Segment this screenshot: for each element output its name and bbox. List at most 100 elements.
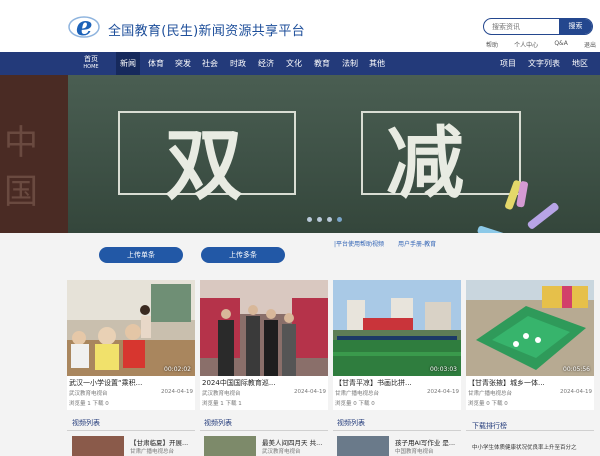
mini-video-title[interactable]: 孩子用AI写作业 是... [395, 437, 455, 447]
nav-education[interactable]: 教育 [311, 52, 333, 75]
video-stats: 浏览量 0 下载 0 [468, 399, 508, 407]
upload-multi-button[interactable]: 上传多条 [201, 247, 285, 263]
nav-home-label: 首页 [84, 55, 98, 63]
nav-text-list[interactable]: 文字列表 [527, 52, 561, 75]
banner-carousel[interactable]: 中国 双 减 [0, 75, 600, 233]
video-card[interactable]: 00:02:02 武汉一小学设置“乘积... 武汉教育电视台 2024-04-1… [67, 280, 195, 410]
banner-char-left: 双 [165, 121, 246, 211]
video-duration: 00:02:02 [164, 366, 191, 373]
section-divider [466, 430, 594, 431]
upload-row: 上传单条 上传多条 |平台使用帮助视频 用户手册-教育 [0, 233, 600, 277]
carousel-dot[interactable] [327, 217, 332, 222]
chalk-blue [476, 225, 506, 233]
nav-other[interactable]: 其他 [366, 52, 388, 75]
help-video-link[interactable]: |平台使用帮助视频 [334, 239, 384, 248]
nav-culture[interactable]: 文化 [283, 52, 305, 75]
video-stats: 浏览量 1 下载 0 [69, 399, 109, 407]
video-views: 浏览量 1 [69, 401, 91, 407]
user-manual-link[interactable]: 用户手册-教育 [398, 239, 436, 248]
section-divider [67, 430, 195, 431]
video-duration: 00:05:56 [563, 366, 590, 373]
mini-video-title[interactable]: 最美人间四月天 共... [262, 437, 322, 447]
qa-link[interactable]: Q&A [554, 40, 568, 49]
search-input[interactable] [484, 19, 560, 34]
nav-economy[interactable]: 经济 [255, 52, 277, 75]
carousel-dot-active[interactable] [337, 217, 342, 222]
banner-char-right: 减 [386, 119, 467, 209]
video-meta: 武汉教育电视台 2024-04-19 [202, 389, 326, 397]
video-downloads: 下载 0 [92, 401, 109, 407]
svg-text:e: e [76, 12, 93, 42]
video-meta: 武汉教育电视台 2024-04-19 [69, 389, 193, 397]
video-card[interactable]: 2024中国国际教育巡... 武汉教育电视台 2024-04-19 浏览量 1 … [200, 280, 328, 410]
mini-thumbnail[interactable] [204, 436, 256, 456]
video-date: 2024-04-19 [161, 389, 193, 395]
mini-video-title[interactable]: 【甘肃临夏】开展... [130, 437, 188, 447]
logout-link[interactable]: 退出 [584, 40, 596, 49]
carousel-dot[interactable] [307, 217, 312, 222]
chalk-purple [526, 201, 560, 231]
video-source: 甘肃广播电视总台 [335, 391, 380, 397]
mini-video-source: 武汉教育电视台 [262, 449, 301, 455]
upload-single-button[interactable]: 上传单条 [99, 247, 183, 263]
banner-left-panel: 中国 [0, 75, 68, 233]
video-date: 2024-04-19 [560, 389, 592, 395]
video-thumbnail[interactable]: 00:02:02 [67, 280, 195, 376]
carousel-dots [307, 217, 342, 222]
nav-home[interactable]: 首页 HOME [80, 55, 102, 71]
video-source: 武汉教育电视台 [69, 391, 108, 397]
banner-left-text: 中国 [4, 123, 38, 212]
main-nav: 首页 HOME 新闻 体育 突发 社会 时政 经济 文化 教育 法制 其他 项目… [0, 52, 600, 75]
video-downloads: 下载 1 [225, 401, 242, 407]
video-date: 2024-04-19 [427, 389, 459, 395]
nav-news[interactable]: 新闻 [116, 52, 140, 75]
video-views: 浏览量 0 [335, 401, 357, 407]
video-downloads: 下载 0 [358, 401, 375, 407]
nav-law[interactable]: 法制 [339, 52, 361, 75]
search-button[interactable]: 搜索 [559, 19, 592, 34]
video-source: 武汉教育电视台 [202, 391, 241, 397]
search-box: 搜索 [483, 18, 593, 35]
nav-region[interactable]: 地区 [569, 52, 591, 75]
user-center-link[interactable]: 个人中心 [514, 40, 538, 49]
video-title[interactable]: 【甘青平凉】书画比拼... [335, 378, 459, 388]
top-links: 帮助 个人中心 Q&A 退出 [486, 40, 596, 49]
section-divider [200, 430, 328, 431]
video-card[interactable]: 00:05:56 【甘青张掖】城乡一体... 甘肃广播电视总台 2024-04-… [466, 280, 594, 410]
video-title[interactable]: 2024中国国际教育巡... [202, 378, 326, 388]
video-downloads: 下载 0 [491, 401, 508, 407]
video-thumbnail[interactable]: 00:03:03 [333, 280, 461, 376]
nav-breaking[interactable]: 突发 [172, 52, 194, 75]
video-views: 浏览量 1 [202, 401, 224, 407]
site-header: e 全国教育(民生)新闻资源共享平台 搜索 帮助 个人中心 Q&A 退出 [0, 0, 600, 52]
carousel-dot[interactable] [317, 217, 322, 222]
video-title[interactable]: 武汉一小学设置“乘积... [69, 378, 193, 388]
section-divider [333, 430, 461, 431]
video-card[interactable]: 00:03:03 【甘青平凉】书画比拼... 甘肃广播电视总台 2024-04-… [333, 280, 461, 410]
video-thumbnail[interactable]: 00:05:56 [466, 280, 594, 376]
chalkboard-image: 双 减 [68, 75, 600, 233]
mini-thumbnail[interactable] [72, 436, 124, 456]
help-link[interactable]: 帮助 [486, 40, 498, 49]
video-stats: 浏览量 1 下载 1 [202, 399, 242, 407]
site-logo-icon[interactable]: e [68, 10, 100, 42]
video-thumbnail[interactable] [200, 280, 328, 376]
video-meta: 甘肃广播电视总台 2024-04-19 [468, 389, 592, 397]
nav-projects[interactable]: 项目 [497, 52, 519, 75]
nav-politics[interactable]: 时政 [227, 52, 249, 75]
video-meta: 甘肃广播电视总台 2024-04-19 [335, 389, 459, 397]
nav-home-sublabel: HOME [83, 64, 99, 70]
mini-thumbnail[interactable] [337, 436, 389, 456]
video-views: 浏览量 0 [468, 401, 490, 407]
nav-society[interactable]: 社会 [199, 52, 221, 75]
site-title: 全国教育(民生)新闻资源共享平台 [108, 24, 305, 39]
ranking-item[interactable]: 中小学生体质健康状况优良率上升至百分之 [472, 443, 577, 451]
nav-sports[interactable]: 体育 [145, 52, 167, 75]
video-stats: 浏览量 0 下载 0 [335, 399, 375, 407]
mini-video-source: 中国教育电视台 [395, 449, 434, 455]
mini-video-source: 甘肃广播电视总台 [130, 449, 175, 455]
video-title[interactable]: 【甘青张掖】城乡一体... [468, 378, 592, 388]
video-date: 2024-04-19 [294, 389, 326, 395]
video-duration: 00:03:03 [430, 366, 457, 373]
video-source: 甘肃广播电视总台 [468, 391, 513, 397]
